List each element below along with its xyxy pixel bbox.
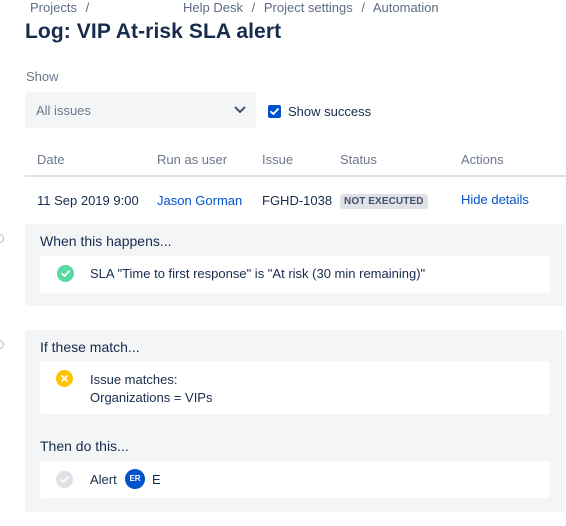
status-badge: NOT EXECUTED — [340, 194, 428, 209]
issue-filter-select-value: All issues — [36, 103, 91, 118]
trigger-heading: When this happens... — [40, 233, 172, 249]
show-label: Show — [26, 69, 59, 84]
checkmark-icon — [270, 108, 279, 115]
check-circle-icon — [57, 265, 74, 282]
condition-action-panel: If these match... Issue matches: Organiz… — [25, 330, 565, 512]
row-user-link[interactable]: Jason Gorman — [157, 193, 242, 208]
breadcrumb-trail: Help Desk / Project settings / Automatio… — [183, 0, 439, 15]
breadcrumb: Projects / — [30, 0, 89, 15]
breadcrumb-help-desk-link[interactable]: Help Desk — [183, 0, 243, 15]
breadcrumb-projects-link[interactable]: Projects — [30, 0, 77, 15]
condition-heading: If these match... — [40, 339, 140, 355]
column-header-date: Date — [37, 152, 65, 167]
trigger-panel: When this happens... SLA "Time to first … — [25, 224, 565, 306]
breadcrumb-separator: / — [361, 0, 365, 15]
action-recipient: E — [152, 472, 161, 487]
breadcrumb-separator: / — [85, 0, 90, 15]
timeline-dot — [0, 340, 4, 349]
condition-line-2: Organizations = VIPs — [90, 390, 213, 405]
action-card: Alert ER E — [40, 461, 550, 498]
row-issue-key: FGHD-1038 — [262, 193, 333, 208]
trigger-card: SLA "Time to first response" is "At risk… — [40, 256, 550, 293]
breadcrumb-automation-link[interactable]: Automation — [373, 0, 439, 15]
timeline-dot — [0, 234, 4, 243]
page-title: Log: VIP At-risk SLA alert — [25, 20, 282, 43]
show-success-checkbox[interactable] — [268, 105, 281, 118]
row-date: 11 Sep 2019 9:00 — [37, 193, 139, 208]
column-header-issue: Issue — [262, 152, 294, 167]
column-header-status: Status — [340, 152, 377, 167]
breadcrumb-separator: / — [251, 0, 256, 15]
action-label: Alert — [90, 472, 117, 487]
issue-filter-select[interactable]: All issues — [25, 92, 256, 128]
breadcrumb-project-settings-link[interactable]: Project settings — [264, 0, 353, 15]
chevron-down-icon — [233, 103, 247, 117]
cross-circle-icon — [56, 370, 73, 387]
hide-details-link[interactable]: Hide details — [461, 192, 529, 207]
action-heading: Then do this... — [40, 438, 129, 454]
show-success-label[interactable]: Show success — [288, 104, 371, 119]
column-header-run-as-user: Run as user — [157, 152, 228, 167]
column-header-actions: Actions — [461, 152, 504, 167]
condition-line-1: Issue matches: — [90, 372, 178, 387]
trigger-description: SLA "Time to first response" is "At risk… — [90, 266, 426, 281]
check-circle-icon — [56, 471, 73, 488]
table-header-divider — [25, 175, 566, 177]
avatar: ER — [125, 469, 145, 489]
condition-card: Issue matches: Organizations = VIPs — [40, 361, 550, 414]
